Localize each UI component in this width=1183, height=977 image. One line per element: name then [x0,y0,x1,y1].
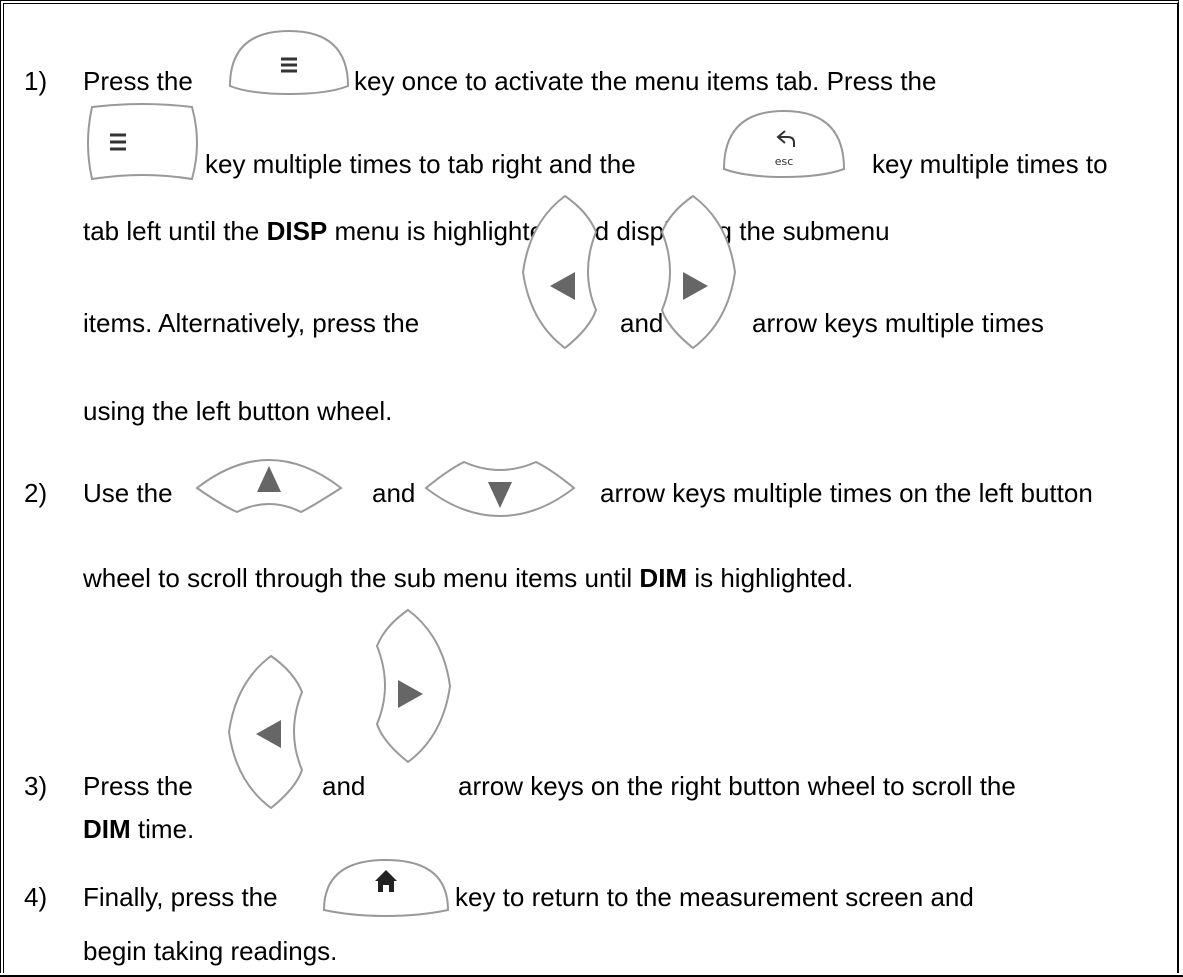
step-1-line3-post: menu is highlighted and displaying the s… [334,216,890,246]
dim-term: DIM [639,563,688,593]
step-4-line1-post: key to return to the measurement screen … [455,882,974,912]
step-1-number: 1) [24,66,48,96]
esc-key-label: esc [775,155,794,168]
step-1-line3-pre: tab left until the [83,216,260,246]
step-1-line2-post: key multiple times to [872,149,1108,179]
step-3-line2: DIM time. [83,814,194,844]
step-1-line1-pre: Press the [83,66,193,96]
left-arrow-key-icon-2 [227,654,304,810]
step-1-line2-mid: key multiple times to tab right and the [205,149,636,179]
step-2-line2-post: is highlighted. [694,563,854,593]
dim-term-2: DIM [83,814,131,844]
step-1-line4-pre: items. Alternatively, press the [83,308,420,338]
step-1-line4-mid: and [620,308,664,338]
step-1-line1-post: key once to activate the menu items tab.… [354,66,937,96]
right-arrow-key-icon-2 [375,608,452,764]
esc-key-icon: esc [722,109,846,179]
step-1-line3: tab left until the DISP menu is highligh… [83,216,890,246]
step-2-number: 2) [24,478,48,508]
left-arrow-key-icon [521,194,598,350]
home-key-icon [322,858,450,918]
disp-term: DISP [266,216,328,246]
step-2-line2-pre: wheel to scroll through the sub menu ite… [83,563,633,593]
step-2-line2: wheel to scroll through the sub menu ite… [83,563,853,593]
step-4-line1-pre: Finally, press the [83,882,278,912]
up-arrow-key-icon [195,458,343,514]
menu-key-icon [228,29,350,96]
step-3-line1-mid: and [322,771,366,801]
step-1-line4-post: arrow keys multiple times [752,308,1044,338]
step-4-number: 4) [24,882,48,912]
right-arrow-key-icon [660,194,737,350]
step-2-line1-pre: Use the [83,478,173,508]
down-arrow-key-icon [424,460,576,518]
step-3-number: 3) [24,771,48,801]
step-4-line2: begin taking readings. [83,936,338,966]
step-2-line1-mid: and [372,478,416,508]
step-1-line5: using the left button wheel. [83,396,393,426]
menu-key-icon-2 [87,103,198,181]
step-3-line1-post: arrow keys on the right button wheel to … [458,771,1016,801]
step-3-line1-pre: Press the [83,771,193,801]
step-2-line1-post: arrow keys multiple times on the left bu… [600,478,1093,508]
step-3-line2-post: time. [137,814,195,844]
